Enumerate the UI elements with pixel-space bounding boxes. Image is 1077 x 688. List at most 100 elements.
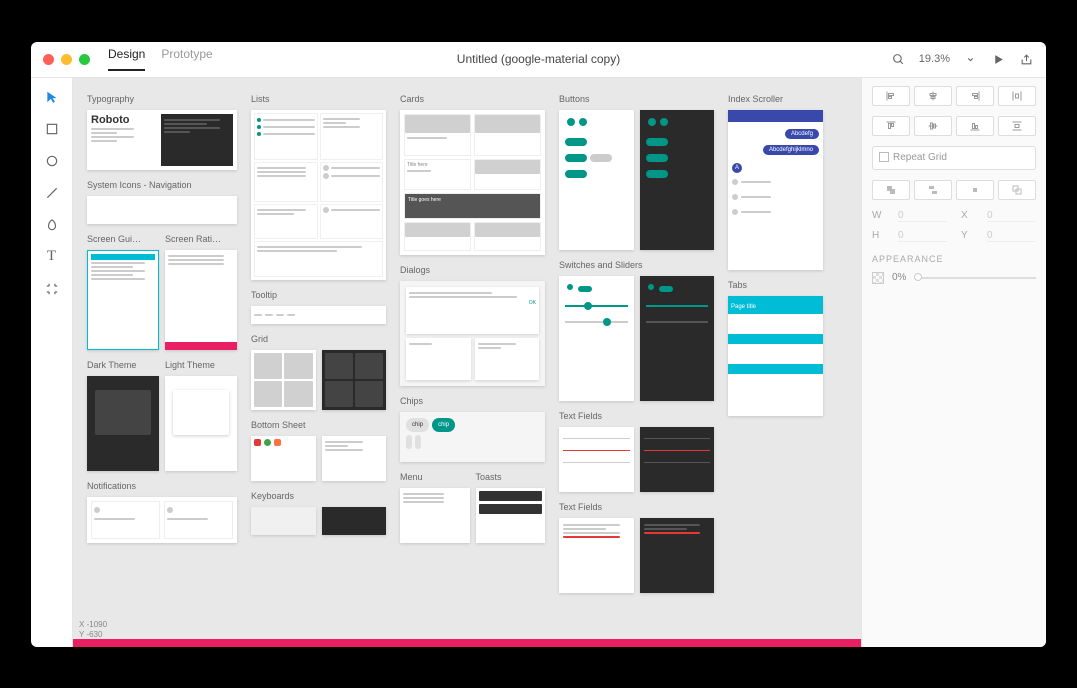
artboard-bottom-sheet-2[interactable] bbox=[322, 436, 387, 481]
label-buttons[interactable]: Buttons bbox=[559, 94, 714, 104]
artboard-buttons-light[interactable] bbox=[559, 110, 634, 250]
artboard-screen-guide[interactable] bbox=[87, 250, 159, 350]
label-index-scroller[interactable]: Index Scroller bbox=[728, 94, 823, 104]
column-4: Buttons bbox=[559, 90, 714, 593]
label-dark-theme[interactable]: Dark Theme bbox=[87, 360, 159, 370]
label-toasts[interactable]: Toasts bbox=[476, 472, 546, 482]
intersect-icon[interactable] bbox=[956, 180, 994, 200]
label-bottom-sheet[interactable]: Bottom Sheet bbox=[251, 420, 386, 430]
artboard-tabs[interactable]: Page title bbox=[728, 296, 823, 416]
x-label: X bbox=[961, 210, 973, 222]
artboard-typography[interactable]: Roboto bbox=[87, 110, 237, 170]
label-cards[interactable]: Cards bbox=[400, 94, 545, 104]
rectangle-tool[interactable] bbox=[43, 120, 61, 138]
label-tooltip[interactable]: Tooltip bbox=[251, 290, 386, 300]
tab-design[interactable]: Design bbox=[108, 47, 145, 71]
zoom-dot[interactable] bbox=[79, 54, 90, 65]
artboard-switches-dark[interactable] bbox=[640, 276, 715, 401]
zoom-dropdown-icon[interactable] bbox=[962, 51, 978, 67]
label-screen-guide[interactable]: Screen Gui… bbox=[87, 234, 159, 244]
union-icon[interactable] bbox=[872, 180, 910, 200]
minimize-dot[interactable] bbox=[61, 54, 72, 65]
pen-tool[interactable] bbox=[43, 216, 61, 234]
label-dialogs[interactable]: Dialogs bbox=[400, 265, 545, 275]
align-top-icon[interactable] bbox=[872, 116, 910, 136]
artboard-dark-theme[interactable] bbox=[87, 376, 159, 471]
repeat-grid-button[interactable]: Repeat Grid bbox=[872, 146, 1036, 170]
label-notifications[interactable]: Notifications bbox=[87, 481, 237, 491]
artboard-chips[interactable]: chip chip bbox=[400, 412, 545, 462]
distribute-h-icon[interactable] bbox=[998, 86, 1036, 106]
artboard-menu[interactable] bbox=[400, 488, 470, 543]
artboard-notifications[interactable] bbox=[87, 497, 237, 543]
align-bottom-icon[interactable] bbox=[956, 116, 994, 136]
y-field[interactable]: 0 bbox=[987, 230, 1036, 242]
align-center-v-icon[interactable] bbox=[914, 116, 952, 136]
artboard-light-theme[interactable] bbox=[165, 376, 237, 471]
artboard-bottom-sheet-1[interactable] bbox=[251, 436, 316, 481]
opacity-swatch-icon[interactable] bbox=[872, 272, 884, 284]
artboard-buttons-dark[interactable] bbox=[640, 110, 715, 250]
label-tabs[interactable]: Tabs bbox=[728, 280, 823, 290]
ellipse-tool[interactable] bbox=[43, 152, 61, 170]
artboard-tooltip[interactable] bbox=[251, 306, 386, 324]
label-switches[interactable]: Switches and Sliders bbox=[559, 260, 714, 270]
artboard-textfields2-light[interactable] bbox=[559, 518, 634, 593]
search-icon[interactable] bbox=[891, 51, 907, 67]
artboard-tool[interactable] bbox=[43, 280, 61, 298]
distribute-v-icon[interactable] bbox=[998, 116, 1036, 136]
artboard-cards[interactable]: Title here Title goes here bbox=[400, 110, 545, 255]
artboard-screen-ratio[interactable] bbox=[165, 250, 237, 350]
artboard-switches-light[interactable] bbox=[559, 276, 634, 401]
label-system-icons[interactable]: System Icons - Navigation bbox=[87, 180, 237, 190]
artboard-textfields2-dark[interactable] bbox=[640, 518, 715, 593]
exclude-icon[interactable] bbox=[998, 180, 1036, 200]
text-tool[interactable]: T bbox=[43, 248, 61, 266]
play-icon[interactable] bbox=[990, 51, 1006, 67]
line-tool[interactable] bbox=[43, 184, 61, 202]
label-menu[interactable]: Menu bbox=[400, 472, 470, 482]
artboard-keyboard-light[interactable] bbox=[251, 507, 316, 535]
label-typography[interactable]: Typography bbox=[87, 94, 237, 104]
artboard-dialogs[interactable]: OK bbox=[400, 281, 545, 386]
align-right-icon[interactable] bbox=[956, 86, 994, 106]
h-field[interactable]: 0 bbox=[898, 230, 947, 242]
card-dark-title: Title goes here bbox=[408, 197, 537, 203]
x-field[interactable]: 0 bbox=[987, 210, 1036, 222]
label-text-fields-2[interactable]: Text Fields bbox=[559, 502, 714, 512]
label-light-theme[interactable]: Light Theme bbox=[165, 360, 237, 370]
canvas[interactable]: Typography Roboto System Icons - Navigat… bbox=[73, 78, 861, 647]
w-field[interactable]: 0 bbox=[898, 210, 947, 222]
label-chips[interactable]: Chips bbox=[400, 396, 545, 406]
tab-prototype[interactable]: Prototype bbox=[161, 47, 212, 71]
label-lists[interactable]: Lists bbox=[251, 94, 386, 104]
label-keyboards[interactable]: Keyboards bbox=[251, 491, 386, 501]
artboard-lists[interactable] bbox=[251, 110, 386, 280]
share-icon[interactable] bbox=[1018, 51, 1034, 67]
app-window: Design Prototype Untitled (google-materi… bbox=[31, 42, 1046, 647]
roboto-logo: Roboto bbox=[91, 114, 157, 126]
app-body: T Typography Roboto System Icons - Navig bbox=[31, 78, 1046, 647]
opacity-slider[interactable] bbox=[914, 277, 1036, 279]
subtract-icon[interactable] bbox=[914, 180, 952, 200]
select-tool[interactable] bbox=[43, 88, 61, 106]
mode-tabs: Design Prototype bbox=[108, 47, 213, 71]
align-center-h-icon[interactable] bbox=[914, 86, 952, 106]
zoom-level[interactable]: 19.3% bbox=[919, 53, 950, 65]
label-text-fields[interactable]: Text Fields bbox=[559, 411, 714, 421]
artboard-textfields-light[interactable] bbox=[559, 427, 634, 492]
label-screen-ratio[interactable]: Screen Rati… bbox=[165, 234, 237, 244]
artboard-index-scroller[interactable]: Abcdefg Abcdefghijklmno A bbox=[728, 110, 823, 270]
artboard-toasts[interactable] bbox=[476, 488, 546, 543]
opacity-value[interactable]: 0% bbox=[892, 272, 906, 283]
artboard-system-icons[interactable] bbox=[87, 196, 237, 224]
artboard-textfields-dark[interactable] bbox=[640, 427, 715, 492]
artboard-grid-light[interactable] bbox=[251, 350, 316, 410]
close-dot[interactable] bbox=[43, 54, 54, 65]
align-left-icon[interactable] bbox=[872, 86, 910, 106]
artboard-grid-dark[interactable] bbox=[322, 350, 387, 410]
scroller-pill-2: Abcdefghijklmno bbox=[763, 145, 819, 155]
titlebar: Design Prototype Untitled (google-materi… bbox=[31, 42, 1046, 78]
label-grid[interactable]: Grid bbox=[251, 334, 386, 344]
artboard-keyboard-dark[interactable] bbox=[322, 507, 387, 535]
